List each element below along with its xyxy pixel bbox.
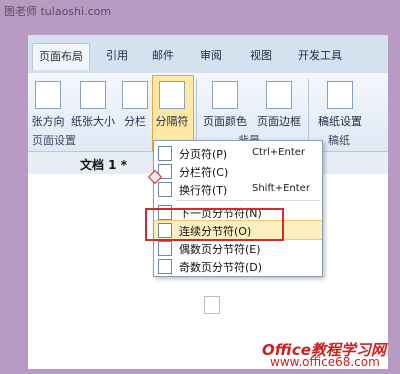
menu-item-label: 奇数页分节符(D) <box>179 261 263 274</box>
menu-item-even-page-section[interactable]: 偶数页分节符(E) <box>154 239 322 257</box>
manuscript-icon <box>327 81 353 109</box>
tab-view[interactable]: 视图 <box>250 47 272 63</box>
even-page-section-icon <box>158 241 172 256</box>
group-label-page-setup: 页面设置 <box>32 134 76 147</box>
menu-item-odd-page-section[interactable]: 奇数页分节符(D) <box>154 257 322 275</box>
watermark-url: www.office68.com <box>270 355 380 369</box>
menu-item-shortcut: Shift+Enter <box>252 183 310 194</box>
odd-page-section-icon <box>158 259 172 274</box>
menu-item-page-break[interactable]: 分页符(P) Ctrl+Enter <box>154 144 322 162</box>
tab-mailings[interactable]: 邮件 <box>152 47 174 63</box>
page-break-icon <box>158 146 172 161</box>
highlight-box <box>145 208 284 241</box>
page-border-icon <box>266 81 292 109</box>
orientation-icon <box>35 81 61 109</box>
breaks-icon <box>159 81 185 109</box>
menu-item-line-break[interactable]: 换行符(T) Shift+Enter <box>154 180 322 198</box>
page-border-button[interactable]: 页面边框 <box>254 81 304 129</box>
paper-size-button[interactable]: 纸张大小 <box>68 81 118 129</box>
document-name[interactable]: 文档 1 * <box>80 156 127 173</box>
page-color-icon <box>212 81 238 109</box>
tab-page-layout[interactable]: 页面布局 <box>32 43 90 70</box>
line-break-icon <box>158 182 172 197</box>
tab-developer[interactable]: 开发工具 <box>298 47 342 63</box>
breaks-label: 分隔符 <box>155 115 189 128</box>
menu-item-label: 偶数页分节符(E) <box>179 243 261 256</box>
menu-item-column-break[interactable]: 分栏符(C) <box>154 162 322 180</box>
group-label-paper: 稿纸 <box>328 134 350 147</box>
ribbon-separator <box>308 79 309 145</box>
tab-references[interactable]: 引用 <box>106 47 128 63</box>
page-border-label: 页面边框 <box>257 115 301 128</box>
paper-size-icon <box>80 81 106 109</box>
columns-label: 分栏 <box>124 115 146 128</box>
menu-item-shortcut: Ctrl+Enter <box>252 147 306 158</box>
ribbon-tabs: 页面布局 引用 邮件 审阅 视图 开发工具 <box>28 35 388 74</box>
orientation-button[interactable]: 张方向 <box>30 81 66 129</box>
ribbon-separator <box>196 79 197 145</box>
page-color-label: 页面颜色 <box>203 115 247 128</box>
menu-item-label: 分栏符(C) <box>179 166 229 179</box>
menu-separator <box>176 200 320 201</box>
tab-review[interactable]: 审阅 <box>200 47 222 63</box>
manuscript-settings-button[interactable]: 稿纸设置 <box>312 81 368 129</box>
page-icon <box>204 296 220 314</box>
watermark-top: 图老师 tulaoshi.com <box>4 5 112 18</box>
columns-icon <box>122 81 148 109</box>
menu-item-label: 分页符(P) <box>179 148 228 161</box>
orientation-label: 张方向 <box>31 115 65 128</box>
menu-item-label: 换行符(T) <box>179 184 228 197</box>
page-color-button[interactable]: 页面颜色 <box>200 81 250 129</box>
breaks-button[interactable]: 分隔符 <box>152 81 192 129</box>
paper-size-label: 纸张大小 <box>71 115 115 128</box>
manuscript-label: 稿纸设置 <box>318 115 362 128</box>
columns-button[interactable]: 分栏 <box>120 81 150 129</box>
